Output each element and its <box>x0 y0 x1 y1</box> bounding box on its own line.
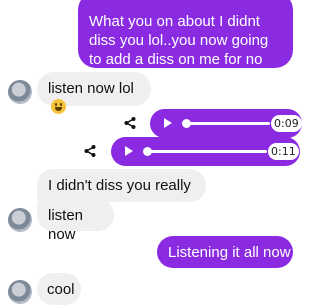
avatar[interactable] <box>8 208 32 232</box>
incoming-message-bubble[interactable]: listen now <box>37 199 114 243</box>
message-text: cool <box>47 281 75 298</box>
message-text: Listening it all now <box>168 244 291 261</box>
outgoing-message-bubble[interactable]: Listening it all now <box>157 236 293 268</box>
audio-progress-track[interactable] <box>182 119 270 128</box>
share-icon <box>124 117 136 129</box>
audio-scrubber[interactable] <box>182 119 191 128</box>
audio-duration: 0:09 <box>271 115 302 132</box>
share-button[interactable] <box>77 138 103 164</box>
play-icon[interactable] <box>125 146 133 156</box>
audio-message[interactable]: 0:11 <box>111 137 300 166</box>
play-icon[interactable] <box>164 118 172 128</box>
outgoing-message-bubble[interactable]: What you on about I didnt diss you lol..… <box>78 0 293 87</box>
audio-message[interactable]: 0:09 <box>150 109 302 138</box>
message-text: listen now <box>48 207 84 243</box>
incoming-message-bubble[interactable]: cool <box>37 273 81 305</box>
incoming-message-bubble[interactable]: I didn't diss you really <box>37 169 206 202</box>
audio-duration: 0:11 <box>268 143 299 160</box>
avatar[interactable] <box>8 280 32 304</box>
share-icon <box>84 145 96 157</box>
audio-progress-track[interactable] <box>143 147 267 156</box>
message-text: listen now lol <box>48 80 134 97</box>
share-button[interactable] <box>117 110 143 136</box>
incoming-message-bubble[interactable]: listen now lol <box>37 72 151 114</box>
audio-scrubber[interactable] <box>143 147 152 156</box>
grinning-face-emoji-icon <box>51 99 66 114</box>
message-text: I didn't diss you really <box>48 177 191 194</box>
avatar[interactable] <box>8 80 32 104</box>
